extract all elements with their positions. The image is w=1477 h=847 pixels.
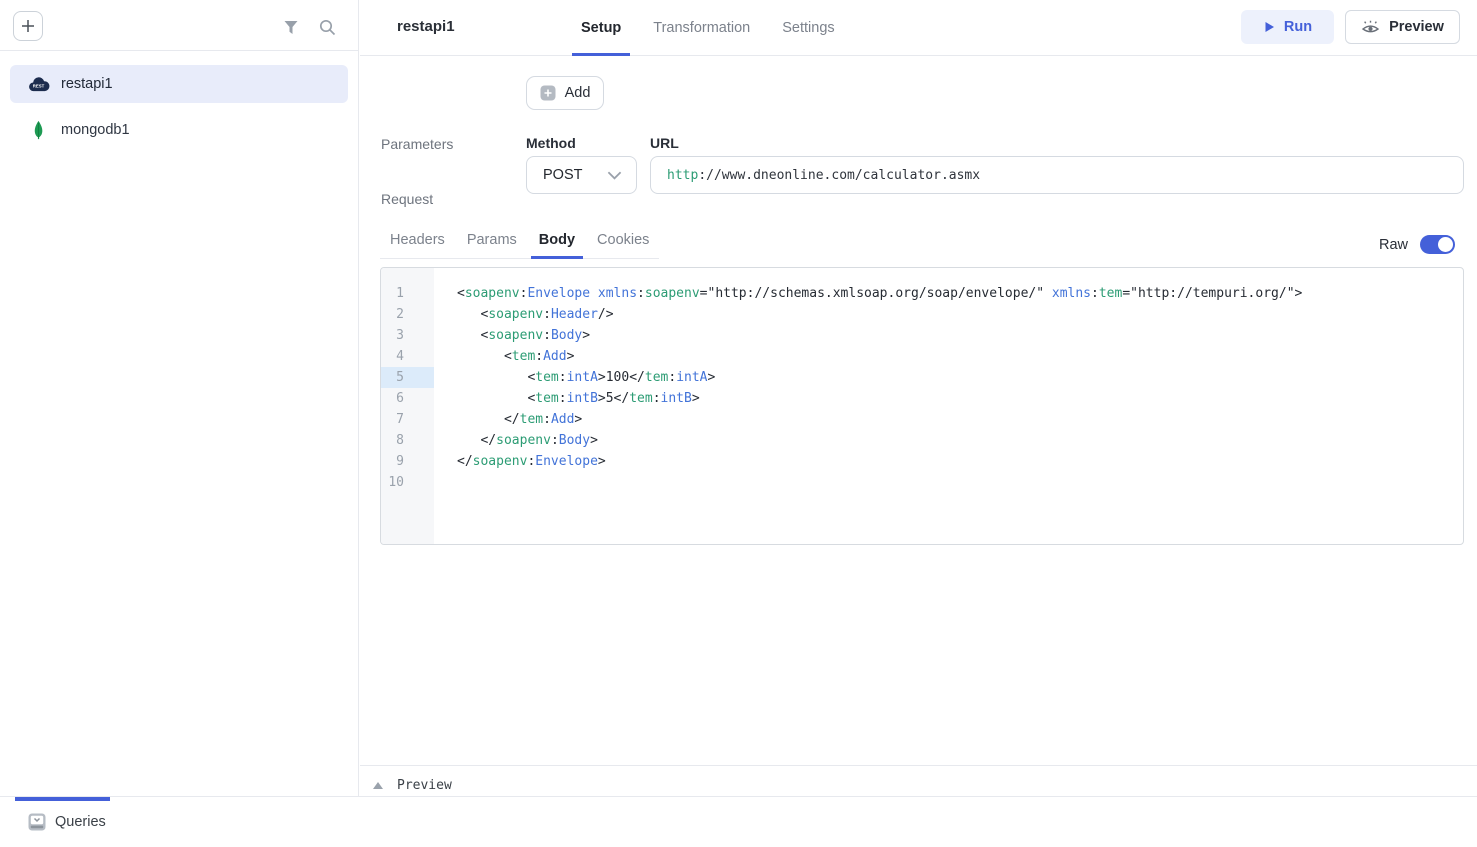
toggle-knob <box>1438 237 1453 252</box>
tab-headers[interactable]: Headers <box>382 226 453 258</box>
queries-segment-label: Queries <box>55 814 106 830</box>
url-input[interactable]: http://www.dneonline.com/calculator.asmx <box>650 156 1464 194</box>
eye-icon <box>1361 20 1380 35</box>
sidebar-item-restapi1[interactable]: REST restapi1 <box>10 65 348 103</box>
line-number: 6 <box>381 388 434 409</box>
parameters-label: Parameters <box>381 136 453 152</box>
preview-panel-label: Preview <box>397 778 452 793</box>
line-number: 1 <box>381 283 434 304</box>
raw-label: Raw <box>1379 237 1408 253</box>
code-area[interactable]: <soapenv:Envelope xmlns:soapenv="http://… <box>434 268 1463 544</box>
line-number: 7 <box>381 409 434 430</box>
tab-body[interactable]: Body <box>531 226 583 258</box>
line-number: 3 <box>381 325 434 346</box>
method-value: POST <box>543 167 582 183</box>
rest-api-cloud-icon: REST <box>26 77 50 92</box>
play-icon <box>1263 21 1275 33</box>
main-header: restapi1 Setup Transformation Settings R… <box>360 0 1477 56</box>
mongodb-leaf-icon <box>26 120 50 140</box>
code-line: <soapenv:Envelope xmlns:soapenv="http://… <box>457 283 1463 304</box>
sidebar-item-mongodb1[interactable]: mongodb1 <box>10 111 348 149</box>
code-line: </soapenv:Envelope> <box>457 451 1463 472</box>
plus-icon <box>21 19 35 33</box>
code-line: <tem:intB>5</tem:intB> <box>457 388 1463 409</box>
header-actions: Run Preview <box>1241 10 1460 44</box>
preview-button[interactable]: Preview <box>1345 10 1460 44</box>
method-select[interactable]: POST <box>526 156 637 194</box>
code-line: </soapenv:Body> <box>457 430 1463 451</box>
line-number-gutter: 12345678910 <box>381 268 434 544</box>
line-number: 9 <box>381 451 434 472</box>
line-number: 10 <box>381 472 434 493</box>
add-parameter-button[interactable]: Add <box>526 76 604 110</box>
request-label: Request <box>381 191 433 207</box>
triangle-up-icon <box>373 782 383 789</box>
raw-toggle-row: Raw <box>1379 235 1455 254</box>
code-line: <tem:Add> <box>457 346 1463 367</box>
queries-segment[interactable]: Queries <box>28 797 106 847</box>
code-line <box>457 472 1463 493</box>
raw-toggle[interactable] <box>1420 235 1455 254</box>
line-number: 2 <box>381 304 434 325</box>
url-scheme: http <box>667 168 698 183</box>
request-body-tabs: Headers Params Body Cookies <box>380 226 659 259</box>
body-code-editor[interactable]: 12345678910 <soapenv:Envelope xmlns:soap… <box>380 267 1464 545</box>
line-number: 8 <box>381 430 434 451</box>
page-title: restapi1 <box>397 18 455 35</box>
sidebar-header <box>0 0 358 51</box>
new-query-button[interactable] <box>13 11 43 41</box>
sidebar: REST restapi1 mongodb1 <box>0 0 359 796</box>
tab-transformation[interactable]: Transformation <box>644 0 759 56</box>
chevron-down-icon <box>607 171 622 180</box>
search-icon[interactable] <box>318 18 336 36</box>
filter-icon[interactable] <box>282 18 300 36</box>
sidebar-item-label: restapi1 <box>61 76 113 92</box>
line-number: 4 <box>381 346 434 367</box>
svg-text:REST: REST <box>32 83 44 88</box>
line-number: 5 <box>381 367 434 388</box>
url-label: URL <box>650 135 679 151</box>
method-label: Method <box>526 135 576 151</box>
code-line: <soapenv:Body> <box>457 325 1463 346</box>
queries-panel-icon <box>28 813 46 831</box>
app-root: REST restapi1 mongodb1 restapi1 Setup Tr… <box>0 0 1477 847</box>
code-line: </tem:Add> <box>457 409 1463 430</box>
run-button[interactable]: Run <box>1241 10 1334 44</box>
code-line: <tem:intA>100</tem:intA> <box>457 367 1463 388</box>
code-line: <soapenv:Header/> <box>457 304 1463 325</box>
tab-cookies[interactable]: Cookies <box>589 226 657 258</box>
main-tabs: Setup Transformation Settings <box>565 0 851 56</box>
url-rest: ://www.dneonline.com/calculator.asmx <box>698 168 980 183</box>
setup-panel: Parameters Add Request Method URL POST h… <box>360 56 1477 796</box>
sidebar-item-label: mongodb1 <box>61 122 130 138</box>
tab-setup[interactable]: Setup <box>572 0 630 56</box>
tab-params[interactable]: Params <box>459 226 525 258</box>
bottom-bar: Queries <box>0 796 1477 847</box>
tab-settings[interactable]: Settings <box>773 0 843 56</box>
plus-square-icon <box>540 85 556 101</box>
